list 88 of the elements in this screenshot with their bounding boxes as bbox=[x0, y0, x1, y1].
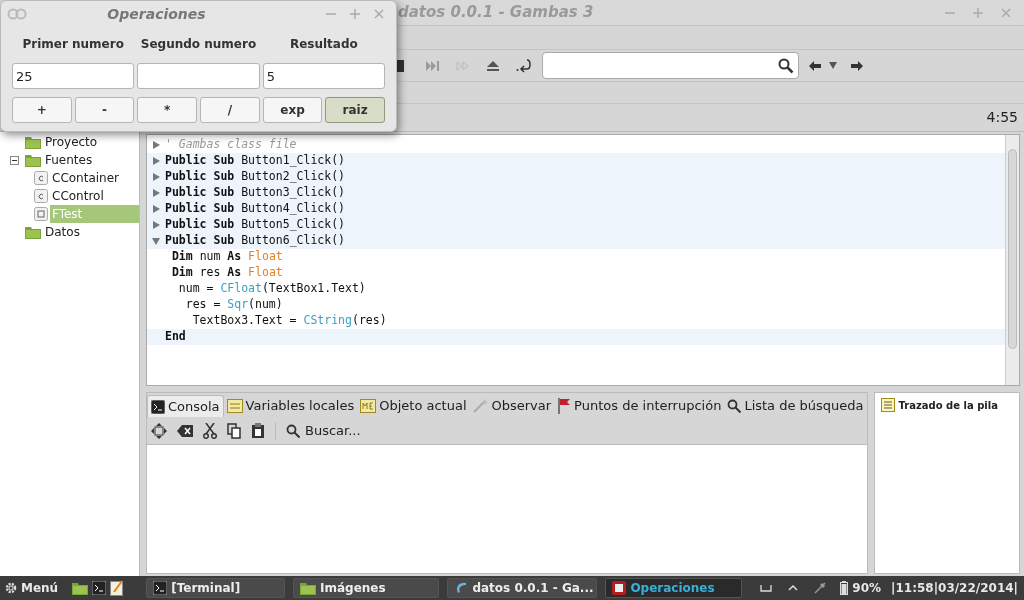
taskbar-item[interactable]: Imágenes bbox=[293, 578, 440, 598]
code-line: res = Sqr(num) bbox=[184, 296, 283, 314]
keyboard-icon[interactable] bbox=[760, 584, 773, 592]
terminal-icon[interactable] bbox=[92, 581, 107, 595]
paste-icon[interactable] bbox=[251, 422, 265, 439]
terminal-icon bbox=[151, 399, 165, 414]
clock[interactable]: |11:58|03/22/2014| bbox=[891, 579, 1018, 597]
folder-icon bbox=[25, 225, 41, 239]
battery-icon[interactable] bbox=[840, 581, 849, 595]
tree-item[interactable]: Fuentes bbox=[43, 151, 95, 169]
battery-level: 90% bbox=[852, 580, 882, 597]
taskbar-item[interactable]: Operaciones bbox=[605, 578, 743, 598]
input-field[interactable] bbox=[137, 63, 260, 89]
tree-item[interactable]: Proyecto bbox=[43, 133, 100, 151]
code-line: Public Sub Button5_Click() bbox=[165, 216, 346, 234]
clear-icon[interactable] bbox=[177, 424, 193, 437]
operation-button[interactable]: + bbox=[12, 97, 72, 123]
code-line: End bbox=[165, 328, 186, 346]
code-line: Public Sub Button1_Click() bbox=[165, 152, 346, 170]
form-icon bbox=[34, 207, 48, 221]
settings-icon bbox=[4, 581, 18, 595]
debug-tab[interactable]: Variables locales bbox=[223, 395, 358, 417]
forward-arrow-icon[interactable] bbox=[851, 60, 863, 71]
cursor-position: 4:55 bbox=[986, 108, 1018, 127]
search-icon bbox=[778, 57, 794, 74]
move-icon[interactable] bbox=[151, 422, 167, 439]
variables-icon bbox=[226, 399, 243, 413]
code-line: Public Sub Button2_Click() bbox=[165, 168, 346, 186]
stack-list-icon bbox=[880, 398, 895, 412]
plug-icon[interactable] bbox=[814, 582, 827, 594]
return-icon[interactable] bbox=[516, 58, 532, 73]
input-field[interactable]: 25 bbox=[12, 63, 135, 89]
text-editor-icon[interactable] bbox=[110, 580, 125, 596]
cut-icon[interactable] bbox=[203, 422, 217, 439]
operation-button[interactable]: - bbox=[74, 97, 135, 123]
debug-tab[interactable]: Puntos de interrupción bbox=[554, 395, 725, 417]
code-line: Public Sub Button4_Click() bbox=[165, 200, 346, 218]
search-button[interactable]: Buscar... bbox=[286, 420, 361, 441]
tree-item[interactable]: CContainer bbox=[50, 169, 122, 187]
code-line: ' Gambas class file bbox=[165, 136, 297, 154]
wand-icon bbox=[472, 399, 489, 413]
collapse-icon[interactable] bbox=[10, 155, 19, 165]
code-line: Dim num As Float bbox=[170, 248, 283, 266]
code-line: Public Sub Button3_Click() bbox=[165, 184, 346, 202]
caret-up-icon[interactable] bbox=[788, 585, 799, 591]
input-field[interactable]: 5 bbox=[262, 63, 385, 89]
folder-icon bbox=[25, 135, 41, 149]
folder-icon bbox=[300, 581, 316, 595]
back-arrow-icon[interactable] bbox=[809, 60, 821, 71]
taskbar-item[interactable]: [Terminal] bbox=[146, 578, 285, 598]
panel-title[interactable]: Trazado de la pila bbox=[898, 397, 998, 413]
tree-item[interactable]: Datos bbox=[43, 223, 82, 241]
dialog-title: Operaciones bbox=[106, 4, 207, 24]
operation-button[interactable]: exp bbox=[262, 97, 323, 123]
debug-tab[interactable]: Consola bbox=[147, 395, 224, 417]
taskbar-item[interactable]: datos 0.0.1 - Ga... bbox=[447, 578, 598, 598]
debug-tab[interactable]: Observar bbox=[469, 395, 555, 417]
field-label: Resultado bbox=[288, 36, 359, 53]
search-icon bbox=[727, 399, 742, 413]
code-line: num = CFloat(TextBox1.Text) bbox=[177, 280, 366, 298]
scrollbar[interactable] bbox=[1005, 135, 1019, 385]
flag-icon bbox=[557, 398, 572, 414]
operation-button[interactable]: / bbox=[200, 97, 260, 123]
code-line: Public Sub Button6_Click() bbox=[165, 232, 346, 250]
terminal-icon bbox=[153, 581, 168, 595]
operation-button[interactable]: * bbox=[137, 97, 197, 123]
code-line: TextBox3.Text = CString(res) bbox=[191, 312, 387, 330]
app-icon bbox=[7, 8, 27, 20]
search-field[interactable] bbox=[542, 52, 799, 79]
file-icon bbox=[34, 171, 48, 185]
menu-button[interactable]: Menú bbox=[4, 579, 59, 597]
code-line: Dim res As Float bbox=[170, 264, 283, 282]
folder-icon[interactable] bbox=[72, 581, 89, 595]
field-label: Primer numero bbox=[21, 36, 125, 53]
debug-tab[interactable]: Objeto actual bbox=[357, 395, 470, 417]
file-icon bbox=[34, 189, 48, 203]
debug-tab[interactable]: Lista de búsqueda bbox=[724, 395, 867, 417]
folder-icon bbox=[25, 153, 41, 167]
dropdown-caret-icon[interactable] bbox=[829, 62, 837, 69]
window-title: datos 0.0.1 - Gambas 3 bbox=[398, 2, 594, 24]
search-icon bbox=[286, 423, 300, 438]
operation-button[interactable]: raiz bbox=[325, 97, 385, 123]
field-label: Segundo numero bbox=[139, 36, 258, 53]
copy-icon[interactable] bbox=[227, 422, 241, 439]
object-icon bbox=[360, 399, 377, 413]
app-icon bbox=[612, 581, 627, 595]
eject-icon[interactable] bbox=[486, 59, 500, 72]
tree-item[interactable]: CControl bbox=[50, 187, 106, 205]
